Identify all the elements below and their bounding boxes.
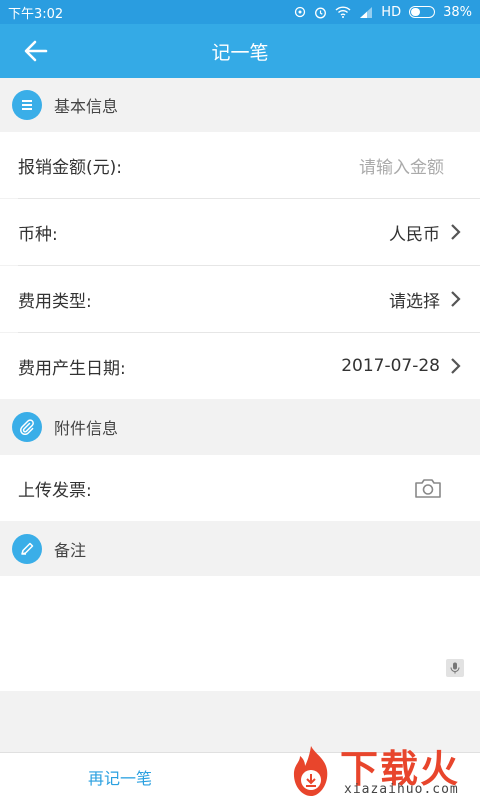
expense-type-label: 费用类型: bbox=[18, 291, 92, 312]
microphone-icon[interactable] bbox=[446, 659, 464, 677]
invoice-label: 上传发票: bbox=[18, 480, 92, 501]
network-type: HD bbox=[381, 4, 402, 20]
date-row[interactable]: 费用产生日期: 2017-07-28 bbox=[0, 333, 480, 399]
battery-percent: 38% bbox=[443, 4, 472, 20]
currency-value: 人民币 bbox=[389, 224, 440, 245]
list-icon bbox=[12, 90, 42, 120]
watermark-logo: 下载火 xiazaihuo.com bbox=[282, 736, 480, 800]
section-attachment-info: 附件信息 bbox=[0, 400, 480, 454]
status-bar: 下午3:02 HD 38% bbox=[0, 0, 480, 24]
flame-logo-icon bbox=[293, 746, 328, 796]
signal-icon bbox=[360, 7, 373, 18]
page-title: 记一笔 bbox=[211, 41, 269, 64]
location-icon bbox=[295, 6, 306, 18]
alarm-icon bbox=[315, 7, 327, 18]
remark-textarea[interactable] bbox=[0, 576, 480, 691]
section-remark-title: 备注 bbox=[54, 541, 87, 560]
paperclip-icon bbox=[12, 412, 42, 442]
battery-fill bbox=[411, 8, 421, 16]
record-again-button[interactable]: 再记一笔 bbox=[0, 765, 240, 789]
back-arrow-icon[interactable] bbox=[22, 37, 50, 65]
wifi-icon bbox=[335, 6, 351, 18]
status-time: 下午3:02 bbox=[8, 6, 64, 22]
currency-label: 币种: bbox=[18, 224, 58, 245]
currency-row[interactable]: 币种: 人民币 bbox=[0, 199, 480, 265]
chevron-right-icon bbox=[451, 358, 461, 374]
chevron-right-icon bbox=[451, 224, 461, 240]
watermark-url: xiazaihuo.com bbox=[344, 782, 459, 797]
date-value: 2017-07-28 bbox=[341, 356, 440, 376]
section-remark: 备注 bbox=[0, 522, 480, 576]
chevron-right-icon bbox=[451, 291, 461, 307]
section-attachment-title: 附件信息 bbox=[54, 419, 119, 438]
date-label: 费用产生日期: bbox=[18, 358, 126, 379]
invoice-upload-row[interactable]: 上传发票: bbox=[0, 455, 480, 521]
status-icons: HD 38% bbox=[294, 5, 472, 20]
expense-type-value: 请选择 bbox=[389, 291, 440, 312]
section-basic-info-title: 基本信息 bbox=[54, 97, 119, 116]
amount-label: 报销金额(元): bbox=[18, 157, 122, 178]
section-basic-info: 基本信息 bbox=[0, 78, 480, 132]
pencil-icon bbox=[12, 534, 42, 564]
app-bar: 记一笔 bbox=[0, 24, 480, 78]
battery-icon bbox=[409, 6, 436, 18]
amount-field[interactable]: 报销金额(元): 请输入金额 bbox=[0, 132, 480, 198]
camera-icon[interactable] bbox=[414, 477, 442, 499]
expense-type-row[interactable]: 费用类型: 请选择 bbox=[0, 266, 480, 332]
amount-input[interactable]: 请输入金额 bbox=[359, 153, 444, 178]
